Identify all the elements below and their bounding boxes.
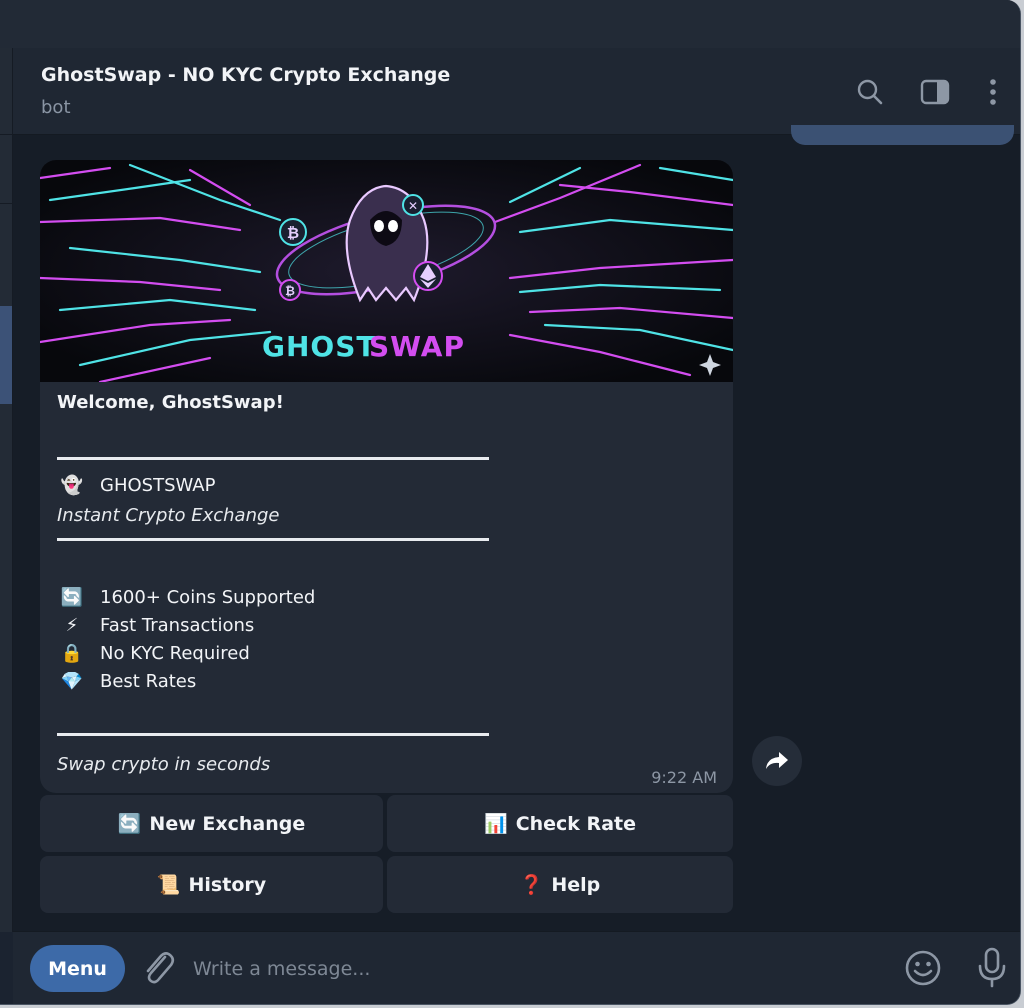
button-label: Check Rate xyxy=(515,812,636,835)
previous-outgoing-message[interactable] xyxy=(791,125,1014,145)
chat-list-divider xyxy=(0,134,12,135)
search-icon[interactable] xyxy=(853,75,887,109)
emoji-icon[interactable] xyxy=(904,949,942,991)
telegram-window: GhostSwap - NO KYC Crypto Exchange bot ₿… xyxy=(0,0,1021,1005)
ghostswap-banner-image[interactable]: ₿ ₿ ✕ GHOST SWAP xyxy=(40,160,733,382)
feature-text: Best Rates xyxy=(100,671,197,692)
banner-logo-ghost: GHOST xyxy=(262,330,376,363)
message-timestamp: 9:22 AM xyxy=(651,768,717,787)
message-input[interactable] xyxy=(191,948,855,990)
message-footer: Swap crypto in seconds xyxy=(57,754,271,775)
bar-chart-icon: 📊 xyxy=(484,813,508,835)
separator-line xyxy=(57,457,489,460)
diamond-icon: 💎 xyxy=(60,671,84,692)
microphone-icon[interactable] xyxy=(977,947,1007,993)
bot-menu-button[interactable]: Menu xyxy=(30,945,125,992)
forward-message-button[interactable] xyxy=(752,736,802,786)
feature-text: Fast Transactions xyxy=(100,615,255,636)
refresh-icon: 🔄 xyxy=(60,587,84,608)
svg-text:₿: ₿ xyxy=(287,224,299,242)
chat-header[interactable]: GhostSwap - NO KYC Crypto Exchange bot xyxy=(13,48,1020,135)
svg-text:₿: ₿ xyxy=(285,284,295,298)
history-button[interactable]: 📜 History xyxy=(40,856,383,913)
feature-text: 1600+ Coins Supported xyxy=(100,587,316,608)
chat-list-sidebar[interactable] xyxy=(0,48,13,932)
forward-arrow-icon xyxy=(766,752,788,769)
svg-text:✕: ✕ xyxy=(408,199,418,213)
feature-text: No KYC Required xyxy=(100,643,250,664)
chat-title[interactable]: GhostSwap - NO KYC Crypto Exchange xyxy=(41,64,450,86)
more-options-icon[interactable] xyxy=(976,75,1010,109)
button-label: Help xyxy=(551,873,601,896)
feature-item: 💎 Best Rates xyxy=(57,671,196,692)
button-label: History xyxy=(188,873,267,896)
scroll-icon: 📜 xyxy=(156,874,181,896)
chat-list-divider xyxy=(0,203,12,204)
ghost-icon: 👻 xyxy=(60,475,84,496)
sidebar-toggle-icon[interactable] xyxy=(918,75,952,109)
feature-item: 🔄 1600+ Coins Supported xyxy=(57,587,316,608)
brand-name: GHOSTSWAP xyxy=(100,475,216,496)
question-mark-icon: ❓ xyxy=(519,874,544,896)
separator-line xyxy=(57,733,489,736)
separator-line xyxy=(57,538,489,541)
help-button[interactable]: ❓ Help xyxy=(387,856,733,913)
banner-logo-swap: SWAP xyxy=(369,330,465,363)
bot-message-bubble[interactable]: ₿ ₿ ✕ GHOST SWAP Welcome, GhostSwap! 👻 GH… xyxy=(40,160,733,793)
refresh-icon: 🔄 xyxy=(117,813,142,835)
chat-messages-area[interactable]: ₿ ₿ ✕ GHOST SWAP Welcome, GhostSwap! 👻 GH… xyxy=(13,125,1020,932)
paperclip-icon[interactable] xyxy=(141,949,177,991)
button-label: New Exchange xyxy=(149,812,306,835)
brand-tagline: Instant Crypto Exchange xyxy=(57,505,280,526)
message-composer: Menu xyxy=(13,931,1020,1004)
feature-item: ⚡ Fast Transactions xyxy=(57,615,255,636)
feature-item: 🔒 No KYC Required xyxy=(57,643,250,664)
message-greeting: Welcome, GhostSwap! xyxy=(57,392,284,413)
check-rate-button[interactable]: 📊 Check Rate xyxy=(387,795,733,852)
lightning-icon: ⚡ xyxy=(65,615,79,636)
lock-icon: 🔒 xyxy=(60,643,84,664)
chat-list-selected-item[interactable] xyxy=(0,306,12,404)
window-titlebar xyxy=(0,0,1020,48)
brand-line: 👻 GHOSTSWAP xyxy=(57,475,216,496)
chat-subtitle: bot xyxy=(41,97,71,118)
new-exchange-button[interactable]: 🔄 New Exchange xyxy=(40,795,383,852)
